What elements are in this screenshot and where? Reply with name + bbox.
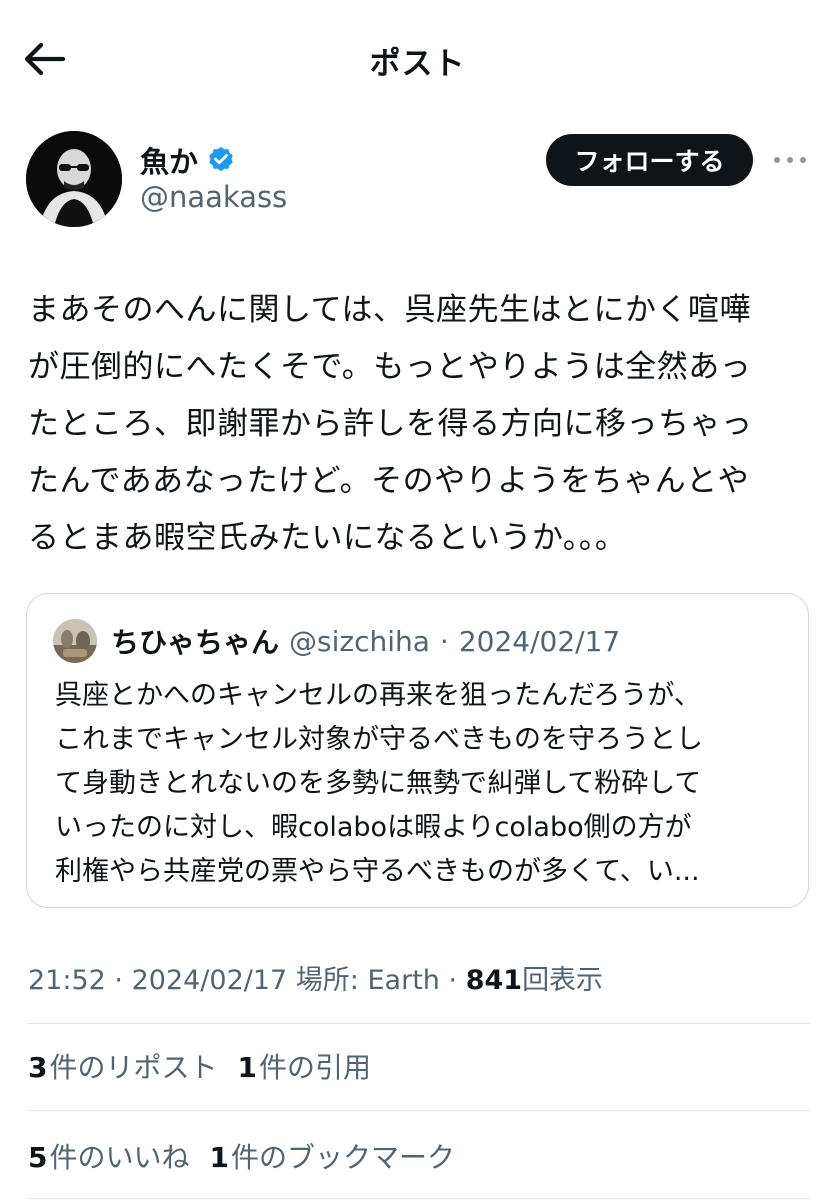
post-text: まあそのへんに関しては、呉座先生はとにかく喧嘩 が圧倒的にへたくそで。もっとやり… [28,292,753,556]
divider [28,1198,810,1199]
post-metadata: 21:52 · 2024/02/17 場所: Earth · 841回表示 [28,958,603,997]
author-name[interactable]: 魚か [140,139,198,181]
bookmarks-count: 1 [209,1141,229,1174]
more-options-button[interactable] [770,142,810,178]
author-avatar[interactable] [26,131,122,227]
post-time[interactable]: 21:52 [28,965,106,996]
quoted-author-avatar [53,619,97,663]
verified-badge-icon [209,146,233,172]
quotes-stat[interactable]: 1 件の引用 [238,1046,372,1086]
author-handle[interactable]: @naakass [140,180,287,214]
quoted-post-text: 呉座とかへのキャンセルの再来を狙ったんだろうが、 これまでキャンセル対象が守るべ… [55,680,703,887]
engagement-row-2: 5 件のいいね 1 件のブックマーク [28,1132,455,1180]
bookmarks-stat[interactable]: 1 件のブックマーク [210,1136,456,1176]
more-horizontal-icon [774,157,780,163]
quoted-avatar-image [53,619,97,663]
divider [28,1110,810,1111]
divider [28,1023,810,1024]
reposts-stat[interactable]: 3 件のリポスト [28,1046,218,1086]
likes-stat[interactable]: 5 件のいいね [28,1136,190,1176]
quoted-post-date: 2024/02/17 [458,624,621,658]
follow-button[interactable]: フォローする [546,134,753,186]
page-title: ポスト [369,46,466,82]
author-avatar-image [26,131,122,227]
author-name-row: 魚か [140,140,236,180]
likes-label: 件のいいね [49,1141,190,1174]
views-count: 841 [465,965,523,996]
bookmarks-label: 件のブックマーク [230,1141,455,1174]
more-horizontal-icon-dot [800,157,806,163]
post-location: 場所: Earth [295,965,440,996]
quoted-author-handle: @sizchiha [289,624,430,658]
engagement-row-1: 3 件のリポスト 1 件の引用 [28,1042,371,1090]
top-bar: ポスト [0,0,835,118]
more-horizontal-icon-dot [787,157,793,163]
post-detail-page: ポスト 魚か @naakass フォローする まあそのへんに関しては、呉座先生は… [0,0,835,1200]
likes-count: 5 [28,1141,48,1174]
meta-separator: · [114,965,123,996]
reposts-count: 3 [28,1051,48,1084]
quoted-meta-separator: · [439,624,449,658]
quoted-post-card[interactable]: ちひゃちゃん @sizchiha · 2024/02/17 呉座とかへのキャンセ… [26,593,809,908]
quotes-count: 1 [237,1051,257,1084]
views-label: 回表示 [522,965,604,996]
quotes-label: 件の引用 [258,1051,371,1084]
reposts-label: 件のリポスト [49,1051,218,1084]
post-date[interactable]: 2024/02/17 [132,965,288,996]
quoted-post-header: ちひゃちゃん @sizchiha · 2024/02/17 [53,618,620,664]
meta-separator-2: · [448,965,458,996]
quoted-author-name: ちひゃちゃん [111,626,280,659]
